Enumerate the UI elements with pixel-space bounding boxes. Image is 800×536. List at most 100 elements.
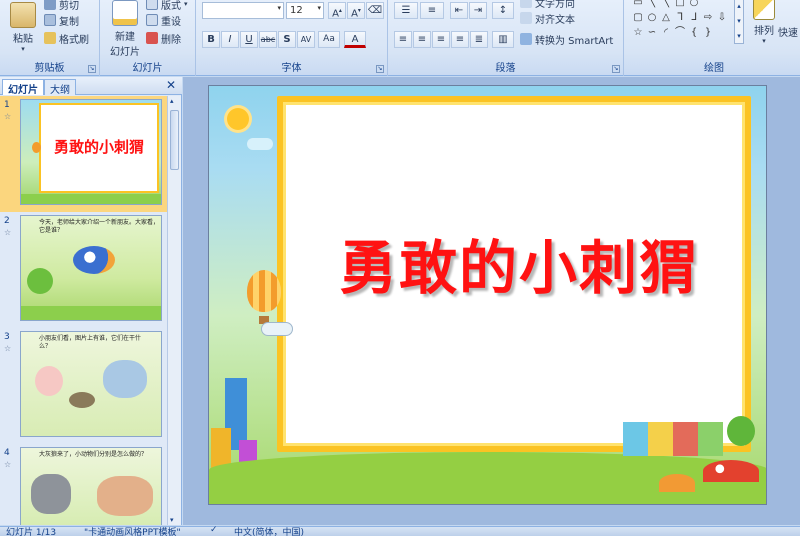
align-left-button[interactable]: ≡ [394,31,412,48]
drawing-group: ▭ ╲ ╲ □ ○ ▢ ○ △ ᒣ ᒧ ⇨ ⇩ ☆ ∽ ◜ ⌒ { } ▴ ▾ ▾ [624,0,800,76]
right-arrow-shape-icon[interactable]: ⇨ [702,12,714,23]
star-shape-icon[interactable]: ☆ [632,27,644,38]
shapes-scroll[interactable]: ▴ ▾ ▾ [734,0,744,44]
increase-indent-button[interactable]: ⇥ [469,2,487,19]
columns-button[interactable]: ▥ [492,31,514,48]
theme-name: "卡通动画风格PPT模板" [84,528,181,536]
text-direction-icon [520,0,532,8]
quick-styles-button[interactable]: 快速 [778,24,800,39]
tab-outline[interactable]: 大纲 [44,79,76,96]
layout-button[interactable]: 版式 ▾ [146,0,188,12]
text-direction-label: 文字方向 [535,0,575,10]
copy-button[interactable]: 复制 [44,12,79,28]
arrow-line-shape-icon[interactable]: ╲ [660,0,672,8]
font-launcher-icon[interactable]: ↘ [376,65,384,73]
line-spacing-button[interactable]: ↕ [492,2,514,19]
thumbnail-row-4[interactable]: 4 ☆ 大灰狼来了，小动物们分别是怎么做的？ [0,444,168,525]
animals-image [97,476,153,516]
layout-icon [146,0,158,10]
thumbnail-text: 今天，老师给大家介绍一个新朋友。大家看，它是谁？ [39,219,160,234]
connector-shape-icon[interactable]: ᒧ [688,12,700,23]
curve-shape-icon[interactable]: ∽ [646,27,658,38]
clipboard-launcher-icon[interactable]: ↘ [88,65,96,73]
rect-shape-icon[interactable]: ▢ [632,12,644,23]
font-group: ▾ 12 ▾ A▴ A▾ ⌫ B I U abc S AV Aa A 字体 ↘ [196,0,388,76]
font-color-button[interactable]: A [344,31,366,48]
arc-shape-icon[interactable]: ◜ [660,27,672,38]
slides-pane: 幻灯片 大纲 ✕ 1 ☆ 勇敢的小刺猬 2 ☆ 今天，老师给大家介绍一个新朋友。… [0,77,182,525]
triangle-shape-icon[interactable]: △ [660,12,672,23]
arrange-button[interactable]: 排列 ▾ [750,0,778,45]
underline-button[interactable]: U [240,31,258,48]
thumbnail-text: 小朋友们看，图片上有谁，它们在干什么？ [39,335,142,350]
animation-star-icon: ☆ [4,228,12,237]
text-direction-button[interactable]: 文字方向 [520,0,575,10]
bend-shape-icon[interactable]: ⌒ [674,27,686,38]
align-right-button[interactable]: ≡ [432,31,450,48]
close-pane-icon[interactable]: ✕ [166,78,176,92]
bold-button[interactable]: B [202,31,220,48]
delete-slide-button[interactable]: 删除 [146,30,181,46]
arrange-dropdown-icon: ▾ [762,37,766,45]
font-name-field[interactable]: ▾ [202,2,284,19]
thumbnail-row-1[interactable]: 1 ☆ 勇敢的小刺猬 [0,96,168,212]
distributed-button[interactable]: ≣ [470,31,488,48]
paragraph-group: ☰ ≡ ⇤ ⇥ ↕ 文字方向 对齐文本 ≡ ≡ ≡ ≡ ≣ ▥ 转换为 Smar… [388,0,624,76]
format-painter-button[interactable]: 格式刷 [44,30,89,46]
pane-tabs: 幻灯片 大纲 ✕ [0,77,182,96]
shapes-gallery[interactable]: ▭ ╲ ╲ □ ○ ▢ ○ △ ᒣ ᒧ ⇨ ⇩ ☆ ∽ ◜ ⌒ { } [630,0,734,49]
thumbnail-row-2[interactable]: 2 ☆ 今天，老师给大家介绍一个新朋友。大家看，它是谁？ [0,212,168,328]
slide-thumbnail-3[interactable]: 小朋友们看，图片上有谁，它们在干什么？ [20,331,162,437]
scroll-up-icon[interactable]: ▴ [170,97,174,105]
elbow-shape-icon[interactable]: ᒣ [674,12,686,23]
airplane-image [261,322,293,336]
scroll-down-icon[interactable]: ▾ [170,516,174,524]
down-arrow-shape-icon[interactable]: ⇩ [716,12,728,23]
oval-shape-icon[interactable]: ○ [688,0,700,8]
slide-editing-area: 勇敢的小刺猬 [183,77,800,525]
convert-smartart-button[interactable]: 转换为 SmartArt [520,31,613,47]
paragraph-launcher-icon[interactable]: ↘ [612,65,620,73]
shrink-font-button[interactable]: A▾ [347,2,365,19]
font-size-field[interactable]: 12 ▾ [286,2,324,19]
slide-thumbnail-2[interactable]: 今天，老师给大家介绍一个新朋友。大家看，它是谁？ [20,215,162,321]
clear-format-button[interactable]: ⌫ [366,2,384,19]
thumbnail-scrollbar[interactable]: ▴ ▾ [167,96,181,525]
grow-font-button[interactable]: A▴ [328,2,346,19]
bullets-button[interactable]: ☰ [394,2,418,19]
numbering-button[interactable]: ≡ [420,2,444,19]
justify-button[interactable]: ≡ [451,31,469,48]
shadow-button[interactable]: S [278,31,296,48]
right-brace-shape-icon[interactable]: } [702,27,714,38]
align-text-label: 对齐文本 [535,14,575,26]
clipboard-group-label: 剪贴板 [34,63,65,74]
decrease-indent-button[interactable]: ⇤ [450,2,468,19]
new-slide-button[interactable]: 新建 幻灯片 [104,0,146,58]
cut-button[interactable]: 剪切 [44,0,79,12]
reset-button[interactable]: 重设 [146,12,181,28]
spacing-button[interactable]: AV [297,31,315,48]
slide-thumbnail-1[interactable]: 勇敢的小刺猬 [20,99,162,205]
paste-button[interactable]: 粘贴 ▾ [8,2,38,53]
rectangle-shape-icon[interactable]: ▭ [632,0,644,8]
paragraph-group-label: 段落 [495,63,516,74]
slide-title[interactable]: 勇敢的小刺猬 [309,221,729,305]
mushroom-house-image [703,460,759,482]
square-shape-icon[interactable]: □ [674,0,686,8]
italic-button[interactable]: I [221,31,239,48]
tab-slides[interactable]: 幻灯片 [2,79,44,96]
left-brace-shape-icon[interactable]: { [688,27,700,38]
paste-icon [10,2,36,28]
line-shape-icon[interactable]: ╲ [646,0,658,8]
thumbnail-row-3[interactable]: 3 ☆ 小朋友们看，图片上有谁，它们在干什么？ [0,328,168,444]
align-text-button[interactable]: 对齐文本 [520,10,575,26]
slides-group-label: 幻灯片 [132,63,163,74]
spell-check-icon[interactable]: ✓ [210,525,218,535]
slide-thumbnail-4[interactable]: 大灰狼来了，小动物们分别是怎么做的？ [20,447,162,525]
change-case-button[interactable]: Aa [318,31,340,48]
current-slide[interactable]: 勇敢的小刺猬 [208,85,767,505]
strikethrough-button[interactable]: abc [259,31,277,48]
align-center-button[interactable]: ≡ [413,31,431,48]
circle-shape-icon[interactable]: ○ [646,12,658,23]
scrollbar-thumb[interactable] [170,110,179,170]
